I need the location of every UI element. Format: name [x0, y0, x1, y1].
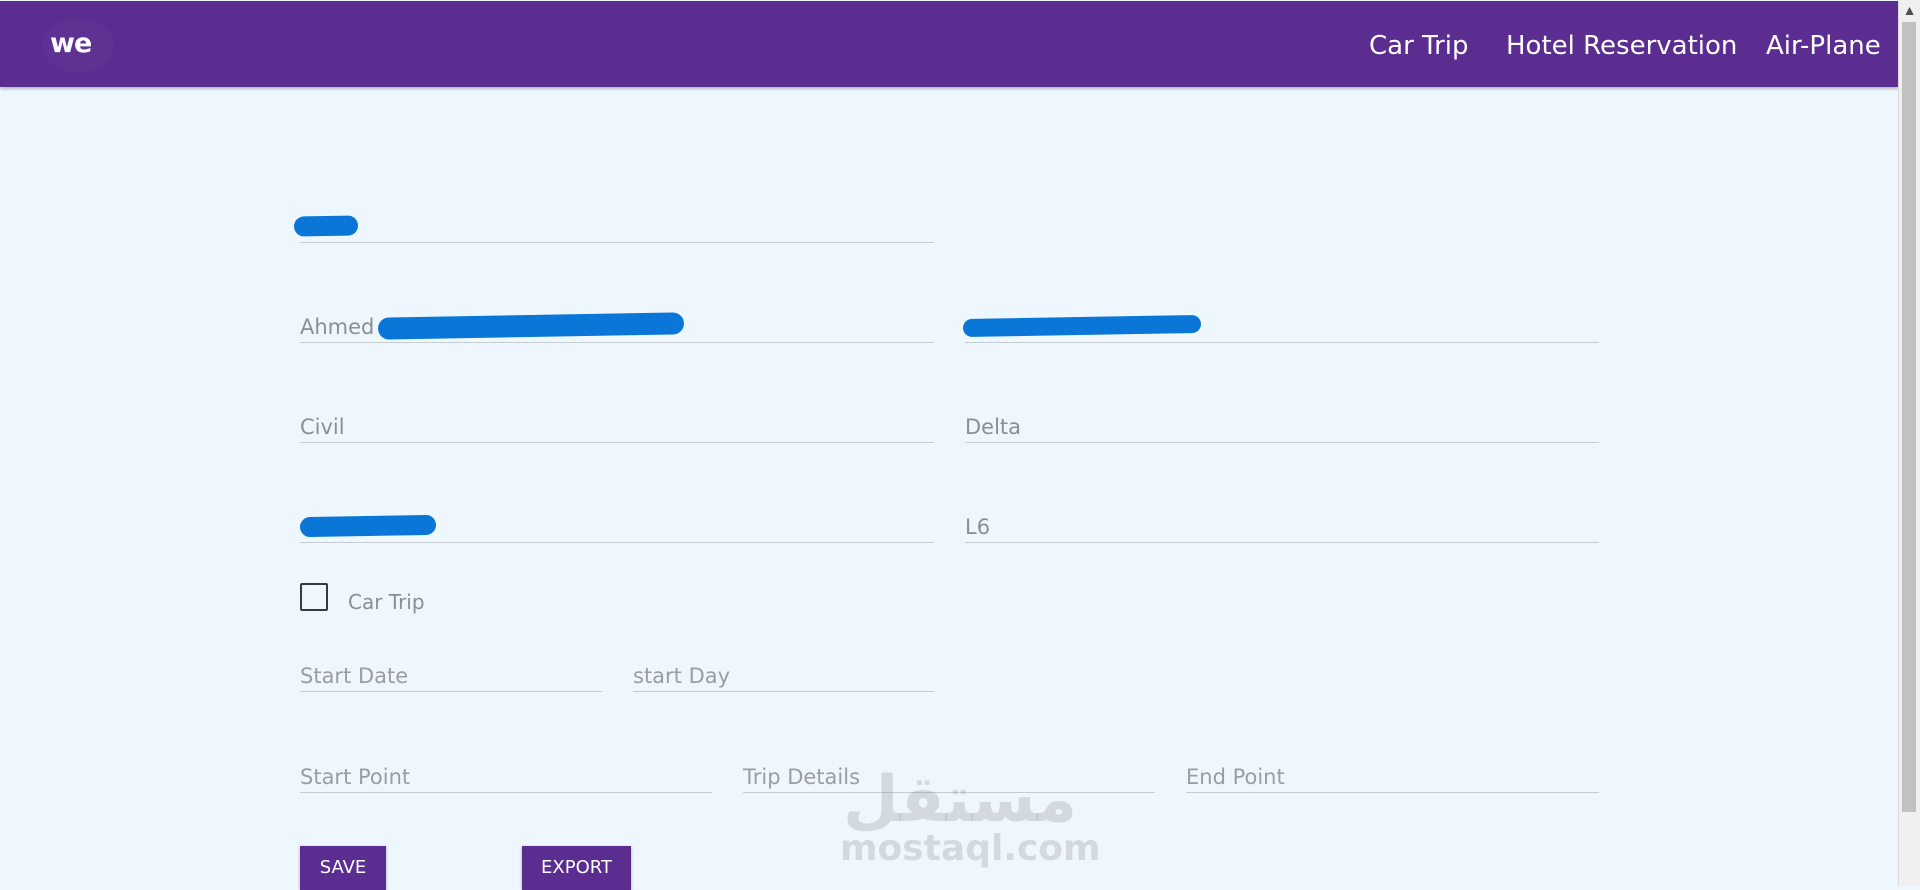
car-trip-checkbox-label: Car Trip — [348, 590, 425, 614]
scroll-thumb[interactable] — [1902, 22, 1916, 812]
export-button[interactable]: EXPORT — [522, 846, 631, 890]
trip-details-placeholder: Trip Details — [743, 765, 861, 789]
top-navbar: we Car Trip Hotel Reservation Air-Plane — [0, 1, 1899, 87]
start-date-input[interactable]: Start Date — [300, 661, 602, 692]
nav-link-car-trip[interactable]: Car Trip — [1369, 31, 1469, 61]
car-trip-checkbox[interactable] — [300, 583, 328, 611]
field-row4-left[interactable] — [299, 512, 934, 543]
redaction-mark — [377, 312, 685, 340]
start-point-input[interactable]: Start Point — [300, 762, 712, 793]
save-button[interactable]: SAVE — [300, 846, 386, 890]
start-point-placeholder: Start Point — [300, 765, 411, 789]
department-field[interactable]: Civil — [300, 412, 934, 443]
region-field[interactable]: Delta — [965, 412, 1599, 443]
field-row1-left[interactable] — [293, 212, 934, 243]
field-row2-right[interactable] — [962, 312, 1599, 343]
start-day-input[interactable]: start Day — [633, 661, 934, 692]
level-value: L6 — [965, 515, 991, 539]
redaction-mark — [293, 215, 359, 237]
department-value: Civil — [300, 415, 345, 439]
region-value: Delta — [965, 415, 1022, 439]
redaction-mark — [299, 514, 437, 538]
trip-details-input[interactable]: Trip Details — [743, 762, 1155, 793]
end-point-placeholder: End Point — [1186, 765, 1285, 789]
nav-link-air-plane[interactable]: Air-Plane — [1766, 31, 1881, 61]
start-date-placeholder: Start Date — [300, 664, 409, 688]
vertical-scrollbar[interactable]: ▲ — [1898, 0, 1920, 886]
redaction-mark — [962, 314, 1202, 338]
name-field[interactable]: Ahmed S — [300, 312, 934, 343]
scroll-up-arrow-icon[interactable]: ▲ — [1899, 0, 1920, 20]
start-day-placeholder: start Day — [633, 664, 731, 688]
we-logo[interactable]: we — [42, 19, 114, 73]
level-field[interactable]: L6 — [965, 512, 1599, 543]
nav-link-hotel-reservation[interactable]: Hotel Reservation — [1506, 31, 1737, 61]
watermark-latin: mostaql.com — [840, 828, 1101, 869]
end-point-input[interactable]: End Point — [1186, 762, 1599, 793]
logo-text: we — [50, 28, 92, 59]
